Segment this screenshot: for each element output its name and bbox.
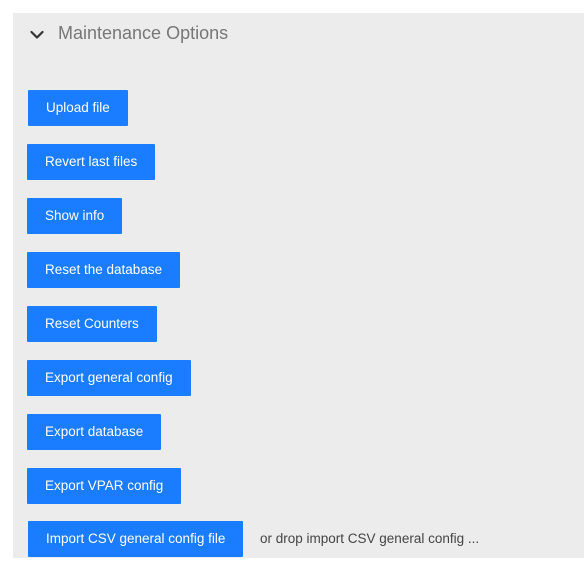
export-vpar-config-button[interactable]: Export VPAR config (27, 468, 182, 504)
upload-file-button[interactable]: Upload file (28, 90, 128, 126)
export-database-button[interactable]: Export database (27, 414, 162, 450)
export-general-config-button[interactable]: Export general config (27, 360, 191, 396)
import-csv-general-config-button[interactable]: Import CSV general config file (28, 521, 244, 557)
maintenance-options-panel: Maintenance Options Upload file Revert l… (13, 13, 584, 558)
reset-database-button[interactable]: Reset the database (27, 252, 181, 288)
panel-title: Maintenance Options (58, 23, 229, 43)
csv-drop-zone-label[interactable]: or drop import CSV general config ... (260, 531, 479, 546)
reset-counters-button[interactable]: Reset Counters (27, 306, 157, 342)
show-info-button[interactable]: Show info (27, 198, 123, 234)
revert-last-files-button[interactable]: Revert last files (27, 144, 156, 180)
chevron-down-icon[interactable] (30, 28, 44, 42)
